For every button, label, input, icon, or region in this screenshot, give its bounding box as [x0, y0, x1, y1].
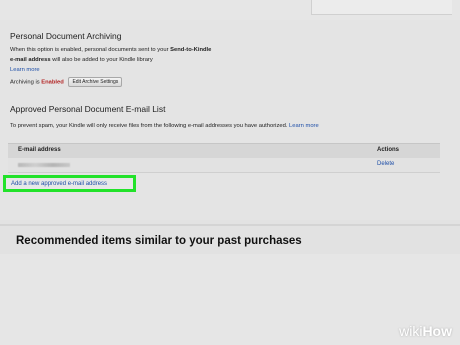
top-right-panel	[311, 0, 452, 15]
table-row: Delete	[8, 158, 440, 173]
edit-archive-settings-button[interactable]: Edit Archive Settings	[68, 77, 123, 87]
email-table-header: E-mail address Actions	[8, 143, 440, 159]
archiving-desc-text: When this option is enabled, personal do…	[10, 47, 171, 53]
archiving-status-label: Archiving is	[10, 79, 42, 86]
send-to-kindle-label: Send-to-Kindle	[170, 47, 212, 53]
approved-desc-text: To prevent spam, your Kindle will only r…	[10, 123, 288, 129]
wikihow-watermark: wikiHow	[399, 323, 452, 339]
archiving-description-line1: When this option is enabled, personal do…	[10, 47, 211, 53]
approved-list-title: Approved Personal Document E-mail List	[10, 104, 166, 114]
column-email-address: E-mail address	[18, 147, 61, 153]
email-address-label: e-mail address	[10, 57, 51, 63]
recommended-heading: Recommended items similar to your past p…	[16, 235, 302, 247]
add-email-highlight-box: Add a new approved e-mail address	[3, 175, 136, 192]
approved-learn-more-link[interactable]: Learn more	[289, 123, 319, 129]
recommendations-panel	[0, 254, 460, 345]
archiving-status-value: Enabled	[41, 79, 64, 86]
top-strip	[0, 0, 460, 20]
delete-email-link[interactable]: Delete	[377, 161, 394, 167]
watermark-how: How	[422, 323, 452, 339]
column-actions: Actions	[377, 147, 400, 153]
add-approved-email-link[interactable]: Add a new approved e-mail address	[11, 181, 107, 187]
section-divider	[0, 224, 460, 226]
watermark-wiki: wiki	[399, 323, 423, 339]
redacted-email-address	[18, 163, 70, 167]
archiving-status: Archiving is Enabled Edit Archive Settin…	[10, 77, 123, 87]
archiving-title: Personal Document Archiving	[10, 31, 122, 41]
archiving-desc-text-2: will also be added to your Kindle librar…	[50, 57, 153, 63]
approved-list-description: To prevent spam, your Kindle will only r…	[10, 123, 319, 129]
archiving-learn-more-link[interactable]: Learn more	[10, 67, 40, 73]
archiving-description-line2: e-mail address will also be added to you…	[10, 57, 153, 63]
